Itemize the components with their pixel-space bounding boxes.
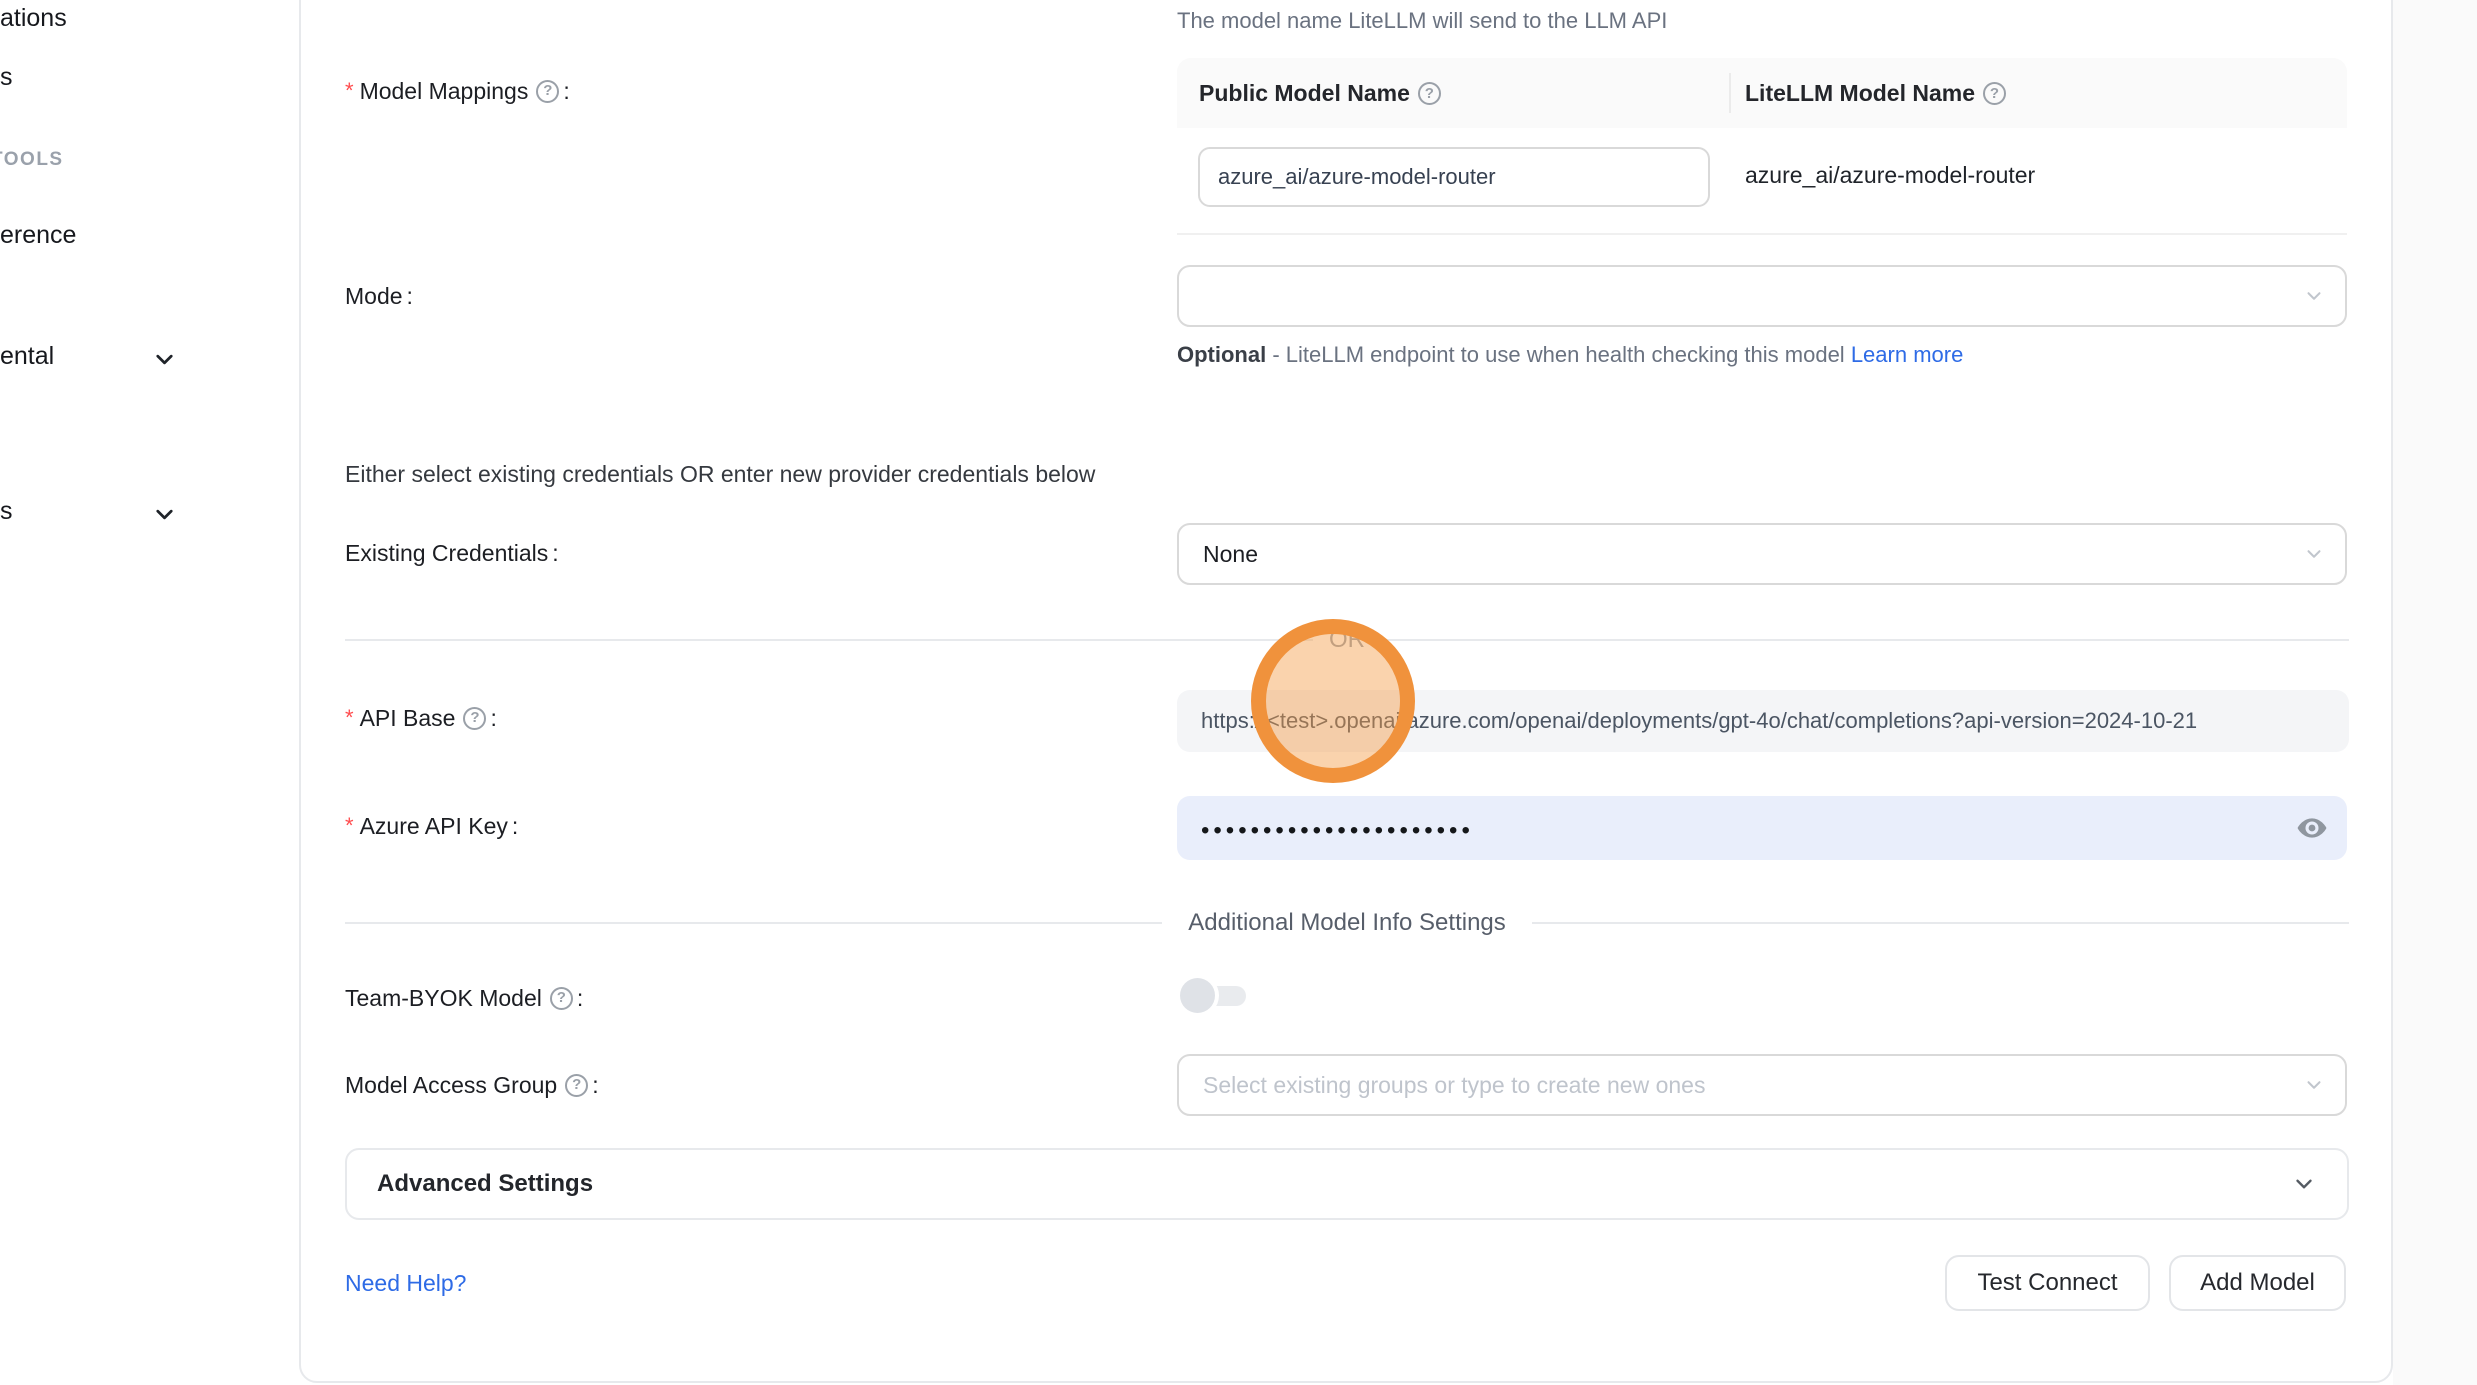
- mode-label: Mode :: [345, 281, 413, 311]
- chevron-down-icon: [2303, 1074, 2325, 1096]
- chevron-down-icon: [2291, 1171, 2317, 1197]
- sidebar-item-logs[interactable]: s: [0, 63, 13, 92]
- required-asterisk: *: [345, 76, 354, 106]
- chevron-down-icon: [2303, 543, 2325, 565]
- mode-helper-note: Optional - LiteLLM endpoint to use when …: [1177, 335, 1997, 375]
- advanced-settings-panel[interactable]: Advanced Settings: [345, 1148, 2349, 1220]
- additional-settings-divider-text: Additional Model Info Settings: [1188, 909, 1506, 937]
- azure-api-key-label: * Azure API Key :: [345, 811, 518, 841]
- existing-credentials-value: None: [1203, 541, 1258, 568]
- required-asterisk: *: [345, 811, 354, 841]
- need-help-link[interactable]: Need Help?: [345, 1270, 466, 1297]
- column-header-public-model-name: Public Model Name ?: [1199, 80, 1729, 107]
- help-circle-icon[interactable]: ?: [463, 707, 486, 730]
- mode-select[interactable]: [1177, 265, 2347, 327]
- help-circle-icon[interactable]: ?: [1418, 82, 1441, 105]
- sidebar-section-tools: TOOLS: [0, 149, 64, 171]
- help-circle-icon[interactable]: ?: [565, 1074, 588, 1097]
- column-header-litellm-model-name: LiteLLM Model Name ?: [1745, 80, 2006, 107]
- learn-more-link[interactable]: Learn more: [1851, 342, 1964, 367]
- credentials-note: Either select existing credentials OR en…: [345, 461, 1095, 488]
- model-access-group-label: Model Access Group ? :: [345, 1070, 599, 1100]
- additional-settings-divider: Additional Model Info Settings: [345, 906, 2349, 940]
- api-base-label: * API Base ? :: [345, 703, 497, 733]
- column-separator: [1729, 73, 1731, 113]
- add-model-form-card: The model name LiteLLM will send to the …: [299, 0, 2393, 1383]
- team-byok-toggle[interactable]: [1180, 978, 1246, 1013]
- sidebar-item-settings[interactable]: s: [0, 497, 13, 526]
- help-circle-icon[interactable]: ?: [1983, 82, 2006, 105]
- model-mappings-header-row: Public Model Name ? LiteLLM Model Name ?: [1177, 58, 2347, 128]
- sidebar-item-experimental[interactable]: ental: [0, 342, 54, 371]
- model-access-group-placeholder: Select existing groups or type to create…: [1203, 1072, 1705, 1099]
- model-mappings-label: * Model Mappings ? :: [345, 76, 570, 106]
- required-asterisk: *: [345, 703, 354, 733]
- eye-icon[interactable]: [2295, 811, 2329, 845]
- public-model-name-input[interactable]: [1198, 147, 1710, 207]
- sidebar-item-organizations[interactable]: ations: [0, 4, 67, 33]
- optional-bold: Optional: [1177, 342, 1266, 367]
- masked-api-key: ••••••••••••••••••••••: [1201, 821, 1474, 841]
- model-access-group-select[interactable]: Select existing groups or type to create…: [1177, 1054, 2347, 1116]
- existing-credentials-label: Existing Credentials :: [345, 538, 559, 568]
- model-name-helper-text: The model name LiteLLM will send to the …: [1177, 8, 1667, 34]
- or-divider-text: OR: [1313, 624, 1381, 656]
- chevron-down-icon[interactable]: [151, 501, 178, 528]
- existing-credentials-select[interactable]: None: [1177, 523, 2347, 585]
- team-byok-label: Team-BYOK Model ? :: [345, 983, 583, 1013]
- help-circle-icon[interactable]: ?: [550, 987, 573, 1010]
- litellm-model-name-value: azure_ai/azure-model-router: [1745, 162, 2035, 189]
- help-circle-icon[interactable]: ?: [536, 80, 559, 103]
- model-mappings-table: Public Model Name ? LiteLLM Model Name ?…: [1177, 58, 2347, 235]
- api-base-input[interactable]: [1177, 690, 2349, 752]
- test-connect-button[interactable]: Test Connect: [1945, 1255, 2150, 1311]
- sidebar: ations s TOOLS erence ental s: [0, 0, 298, 1385]
- chevron-down-icon: [2303, 285, 2325, 307]
- add-model-button[interactable]: Add Model: [2169, 1255, 2346, 1311]
- azure-api-key-input[interactable]: ••••••••••••••••••••••: [1177, 796, 2347, 860]
- page-background-strip: [2393, 0, 2477, 1385]
- chevron-down-icon[interactable]: [151, 346, 178, 373]
- advanced-settings-title: Advanced Settings: [377, 1170, 2291, 1198]
- sidebar-item-inference[interactable]: erence: [0, 221, 76, 250]
